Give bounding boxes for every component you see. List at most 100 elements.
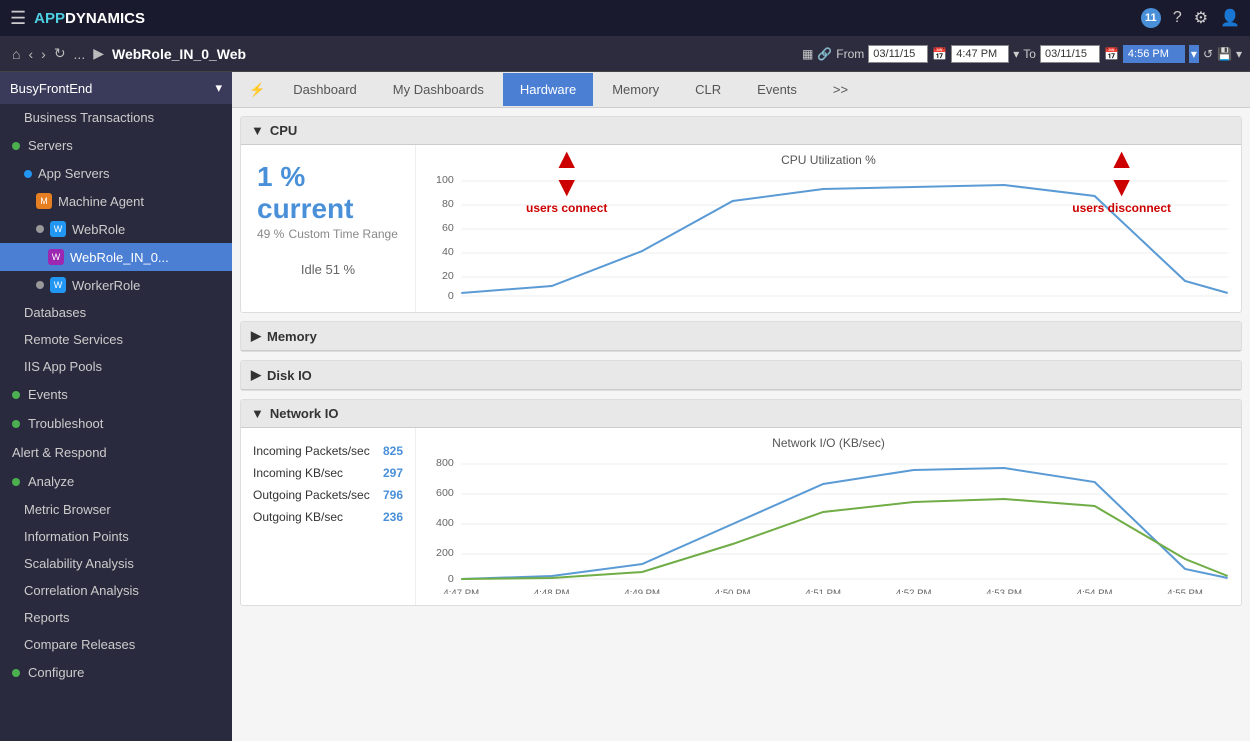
sidebar-item-compare-releases[interactable]: Compare Releases	[0, 631, 232, 658]
cpu-chart-area: CPU Utilization % 100 80 60 40 20 0	[416, 145, 1241, 312]
back-icon[interactable]: ‹	[28, 46, 33, 62]
refresh-icon[interactable]: ↻	[54, 45, 66, 62]
network-chart: 800 600 400 200 0	[424, 454, 1233, 594]
from-time-input[interactable]	[951, 45, 1009, 63]
svg-text:4:47 PM: 4:47 PM	[443, 588, 479, 594]
network-stats: Incoming Packets/sec 825 Incoming KB/sec…	[241, 428, 416, 605]
disconnect-arrow-down: ▼	[1108, 173, 1136, 201]
sidebar-item-information-points[interactable]: Information Points	[0, 523, 232, 550]
notification-badge[interactable]: 11	[1141, 8, 1161, 28]
svg-text:0: 0	[448, 291, 454, 301]
svg-text:4:55 PM: 4:55 PM	[1167, 588, 1203, 594]
sidebar-item-reports[interactable]: Reports	[0, 604, 232, 631]
tab-memory[interactable]: Memory	[595, 73, 676, 106]
sidebar-label: WebRole_IN_0...	[70, 250, 169, 265]
settings-icon[interactable]: ⚙	[1194, 8, 1208, 28]
home-icon[interactable]: ⌂	[12, 46, 20, 62]
svg-text:4:51 PM: 4:51 PM	[805, 588, 841, 594]
content-area: ⚡ Dashboard My Dashboards Hardware Memor…	[232, 72, 1250, 741]
sidebar-item-correlation-analysis[interactable]: Correlation Analysis	[0, 577, 232, 604]
sidebar-item-analyze[interactable]: Analyze	[0, 467, 232, 496]
to-label: To	[1023, 47, 1036, 61]
sidebar-label: Events	[28, 387, 68, 402]
network-title: Network IO	[270, 406, 339, 421]
memory-section-header[interactable]: ▶ Memory	[241, 322, 1241, 351]
tab-events[interactable]: Events	[740, 73, 814, 106]
sidebar-item-business-transactions[interactable]: Business Transactions	[0, 104, 232, 131]
cpu-stats: 1 % current 49 % Custom Time Range Idle …	[241, 145, 416, 312]
sidebar-label: Compare Releases	[24, 637, 135, 652]
app-selector[interactable]: BusyFrontEnd ▾	[0, 72, 232, 104]
sidebar-item-metric-browser[interactable]: Metric Browser	[0, 496, 232, 523]
network-section: ▼ Network IO Incoming Packets/sec 825 In…	[240, 399, 1242, 606]
cpu-range: 49 % Custom Time Range	[257, 225, 399, 242]
network-section-header[interactable]: ▼ Network IO	[241, 400, 1241, 428]
calendar-icon-to[interactable]: 📅	[1104, 47, 1119, 61]
save-btn[interactable]: 💾	[1217, 47, 1232, 61]
webrole-dot	[36, 225, 44, 233]
refresh-btn[interactable]: ↺	[1203, 47, 1213, 61]
cpu-idle: Idle 51 %	[257, 262, 399, 277]
sidebar-item-servers[interactable]: Servers	[0, 131, 232, 160]
machine-agent-icon: M	[36, 193, 52, 209]
cpu-title: CPU	[270, 123, 297, 138]
sidebar-item-events[interactable]: Events	[0, 380, 232, 409]
network-stat-outgoing-kb: Outgoing KB/sec 236	[253, 506, 403, 528]
user-icon[interactable]: 👤	[1220, 8, 1240, 28]
sidebar-item-remote-services[interactable]: Remote Services	[0, 326, 232, 353]
disconnect-arrow-up: ▲	[1108, 145, 1136, 173]
tab-lightning[interactable]: ⚡	[240, 73, 274, 107]
sidebar-item-troubleshoot[interactable]: Troubleshoot	[0, 409, 232, 438]
servers-dot	[12, 142, 20, 150]
network-arrow-down: ▼	[251, 406, 264, 421]
events-dot	[12, 391, 20, 399]
menu-icon[interactable]: ☰	[10, 8, 26, 29]
svg-text:40: 40	[442, 247, 454, 258]
to-date-input[interactable]	[1040, 45, 1100, 63]
calendar-icon-from[interactable]: 📅	[932, 47, 947, 61]
sidebar-item-configure[interactable]: Configure	[0, 658, 232, 687]
svg-text:4:48 PM: 4:48 PM	[534, 588, 570, 594]
sidebar-item-webrole-in0[interactable]: W WebRole_IN_0...	[0, 243, 232, 271]
from-date-input[interactable]	[868, 45, 928, 63]
sidebar-item-workerrole[interactable]: W WorkerRole	[0, 271, 232, 299]
workerrole-icon: W	[50, 277, 66, 293]
connect-arrow-up: ▲	[553, 145, 581, 173]
cpu-section-header[interactable]: ▼ CPU	[241, 117, 1241, 145]
tab-clr[interactable]: CLR	[678, 73, 738, 106]
tab-more[interactable]: >>	[816, 73, 865, 106]
sidebar-label: App Servers	[38, 166, 110, 181]
more-icon[interactable]: ...	[74, 46, 86, 62]
sidebar-item-alert-respond[interactable]: Alert & Respond	[0, 438, 232, 467]
tab-dashboard[interactable]: Dashboard	[276, 73, 374, 106]
to-time-input[interactable]	[1123, 45, 1185, 63]
stat-value: 236	[383, 510, 403, 524]
sidebar-item-scalability-analysis[interactable]: Scalability Analysis	[0, 550, 232, 577]
tab-bar: ⚡ Dashboard My Dashboards Hardware Memor…	[232, 72, 1250, 108]
sidebar-label: Configure	[28, 665, 84, 680]
navbar: ⌂ ‹ › ↻ ... ▶ WebRole_IN_0_Web ▦ 🔗 From …	[0, 36, 1250, 72]
sidebar-label: Servers	[28, 138, 73, 153]
time-dropdown-to[interactable]: ▾	[1189, 45, 1199, 63]
page-title: WebRole_IN_0_Web	[112, 46, 246, 62]
help-icon[interactable]: ?	[1173, 9, 1182, 27]
main-layout: BusyFrontEnd ▾ Business Transactions Ser…	[0, 72, 1250, 741]
tab-my-dashboards[interactable]: My Dashboards	[376, 73, 501, 106]
memory-section: ▶ Memory	[240, 321, 1242, 352]
stat-value: 297	[383, 466, 403, 480]
sidebar-item-webrole[interactable]: W WebRole	[0, 215, 232, 243]
workerrole-dot	[36, 281, 44, 289]
analyze-dot	[12, 478, 20, 486]
sidebar-item-iis-app-pools[interactable]: IIS App Pools	[0, 353, 232, 380]
disk-io-section-header[interactable]: ▶ Disk IO	[241, 361, 1241, 390]
forward-icon[interactable]: ›	[41, 46, 46, 62]
troubleshoot-dot	[12, 420, 20, 428]
sidebar-item-machine-agent[interactable]: M Machine Agent	[0, 187, 232, 215]
sidebar-item-databases[interactable]: Databases	[0, 299, 232, 326]
tab-hardware[interactable]: Hardware	[503, 73, 593, 106]
svg-text:400: 400	[436, 518, 454, 529]
time-dropdown-from[interactable]: ▾	[1013, 47, 1019, 61]
sidebar-label: Machine Agent	[58, 194, 144, 209]
sidebar-item-app-servers[interactable]: App Servers	[0, 160, 232, 187]
more-btn[interactable]: ▾	[1236, 47, 1242, 61]
